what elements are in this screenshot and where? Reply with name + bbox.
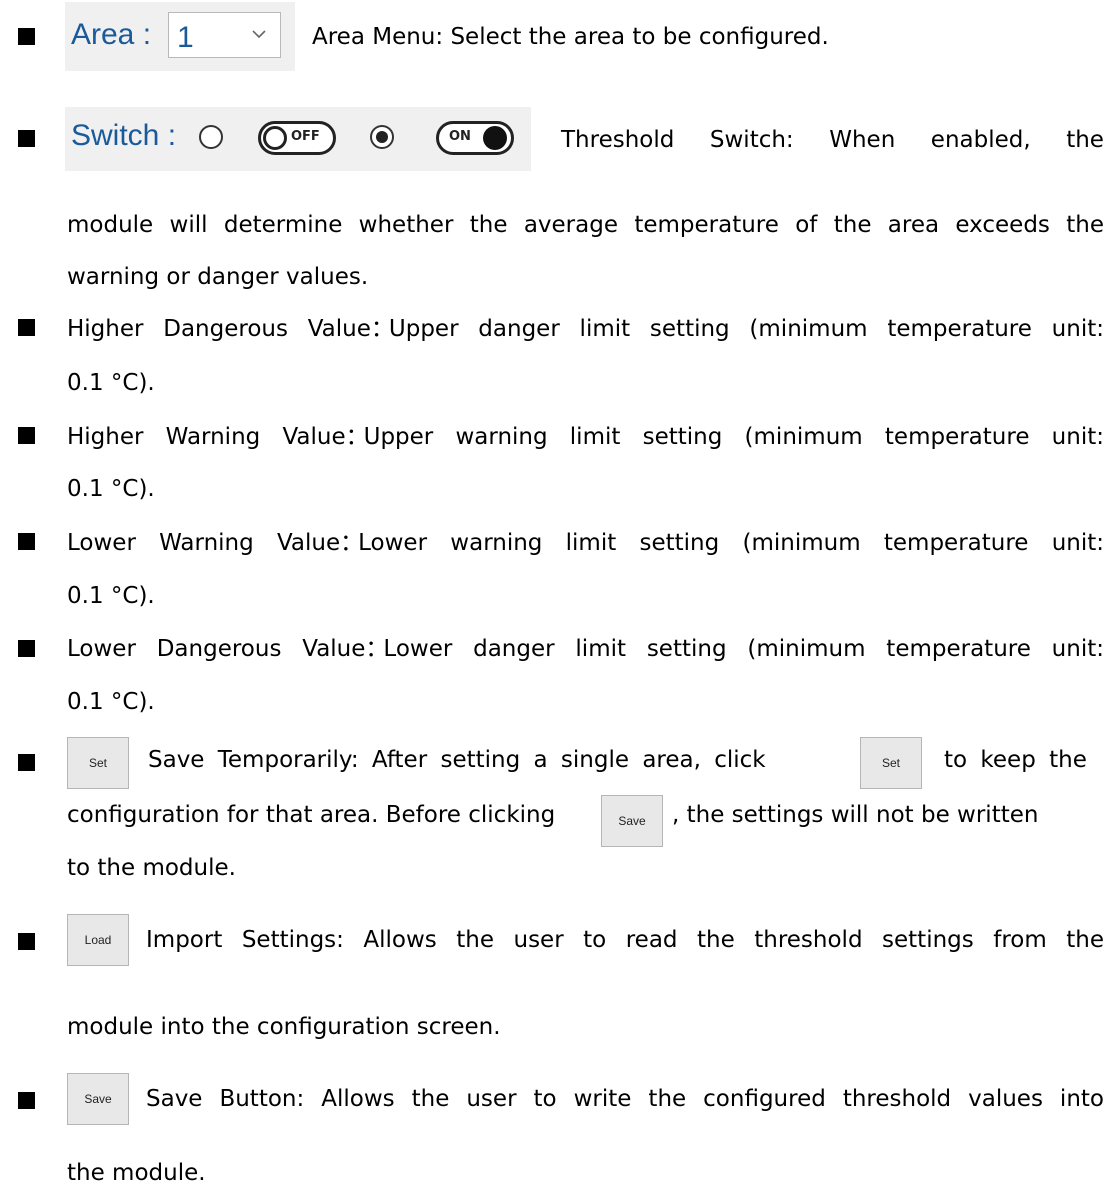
- item-desc: Lower danger limit setting (minimum temp…: [383, 636, 1104, 662]
- set-description-part1: Save Temporarily: After setting a single…: [148, 749, 840, 772]
- area-label: Area :: [71, 18, 152, 51]
- text: Save Button: Allows the user to write th…: [146, 1086, 1104, 1112]
- separator: ：: [345, 424, 369, 450]
- item-title: Lower Warning Value: [67, 530, 341, 556]
- set-description-part4: , the settings will not be written: [672, 802, 1039, 828]
- save-button-inline[interactable]: Save: [601, 795, 663, 847]
- switch-description-line1: Threshold Switch: When enabled, the: [561, 129, 1104, 152]
- area-select[interactable]: 1: [168, 12, 281, 58]
- word: the: [1066, 127, 1104, 153]
- load-button[interactable]: Load: [67, 914, 129, 966]
- switch-description-line3: warning or danger values.: [67, 264, 369, 290]
- area-select-value: 1: [177, 21, 194, 54]
- toggle-knob: [483, 126, 507, 150]
- separator: ：: [365, 636, 389, 662]
- item-title: Higher Warning Value: [67, 424, 346, 450]
- radio-off[interactable]: [199, 125, 223, 149]
- load-description-line2: module into the configuration screen.: [67, 1014, 501, 1040]
- bullet: [18, 319, 35, 336]
- lower-dangerous-line2: 0.1 °C).: [67, 689, 155, 715]
- set-button-inline[interactable]: Set: [860, 737, 922, 789]
- higher-dangerous-line1: Higher Dangerous Value：Upper danger limi…: [67, 318, 1104, 341]
- switch-widget: Switch : OFF ON: [65, 107, 531, 171]
- set-button[interactable]: Set: [67, 737, 129, 789]
- text: module will determine whether the averag…: [67, 212, 1104, 238]
- bullet: [18, 427, 35, 444]
- separator: ：: [340, 530, 364, 556]
- word: Threshold: [561, 127, 675, 153]
- toggle-knob: [263, 126, 287, 150]
- item-title: Lower Dangerous Value: [67, 636, 366, 662]
- lower-dangerous-line1: Lower Dangerous Value：Lower danger limit…: [67, 638, 1104, 661]
- word: Switch:: [709, 127, 794, 153]
- text: Save Temporarily: After setting a single…: [148, 747, 766, 773]
- toggle-on-icon: ON: [436, 121, 514, 155]
- bullet: [18, 1092, 35, 1109]
- chevron-down-icon: [252, 30, 266, 39]
- item-desc: Upper warning limit setting (minimum tem…: [363, 424, 1104, 450]
- lower-warning-line2: 0.1 °C).: [67, 583, 155, 609]
- separator: ：: [370, 316, 394, 342]
- bullet: [18, 533, 35, 550]
- item-desc: Lower warning limit setting (minimum tem…: [358, 530, 1104, 556]
- load-description-line1: Import Settings: Allows the user to read…: [146, 929, 1104, 952]
- radio-on[interactable]: [370, 125, 394, 149]
- bullet: [18, 28, 35, 45]
- toggle-off-label: OFF: [291, 129, 320, 144]
- switch-description-line2: module will determine whether the averag…: [67, 214, 1104, 237]
- text: Import Settings: Allows the user to read…: [146, 927, 1104, 953]
- item-title: Higher Dangerous Value: [67, 316, 371, 342]
- word: enabled,: [930, 127, 1031, 153]
- save-button[interactable]: Save: [67, 1073, 129, 1125]
- radio-selected-dot: [376, 131, 388, 143]
- bullet: [18, 640, 35, 657]
- set-description-line3: to the module.: [67, 855, 236, 881]
- word: When: [829, 127, 896, 153]
- higher-dangerous-line2: 0.1 °C).: [67, 370, 155, 396]
- toggle-off-icon: OFF: [258, 121, 336, 155]
- bullet: [18, 933, 35, 950]
- bullet: [18, 130, 35, 147]
- set-description-part2: to keep the: [944, 747, 1087, 773]
- lower-warning-line1: Lower Warning Value：Lower warning limit …: [67, 532, 1104, 555]
- item-desc: Upper danger limit setting (minimum temp…: [388, 316, 1104, 342]
- save-description-line2: the module.: [67, 1160, 206, 1186]
- higher-warning-line1: Higher Warning Value：Upper warning limit…: [67, 426, 1104, 449]
- higher-warning-line2: 0.1 °C).: [67, 476, 155, 502]
- set-description-part3: configuration for that area. Before clic…: [67, 802, 556, 828]
- area-widget: Area : 1: [65, 2, 295, 71]
- switch-label: Switch :: [71, 119, 177, 152]
- bullet: [18, 754, 35, 771]
- toggle-on-label: ON: [449, 129, 471, 144]
- save-description-line1: Save Button: Allows the user to write th…: [146, 1088, 1104, 1111]
- area-menu-description: Area Menu: Select the area to be configu…: [312, 24, 829, 50]
